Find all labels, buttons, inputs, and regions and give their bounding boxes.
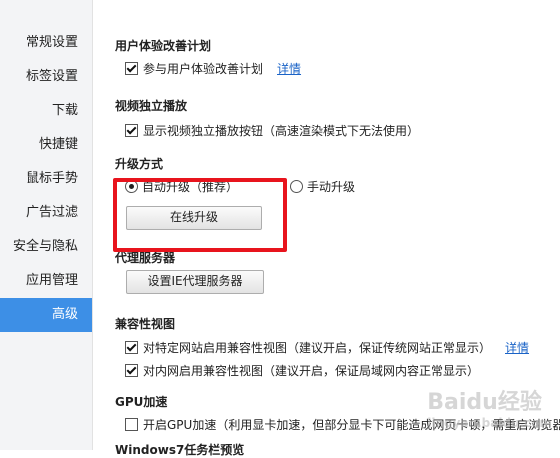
sidebar-item-mouse-gestures[interactable]: 鼠标手势 [0,162,92,196]
compat-details-link[interactable]: 详情 [505,339,529,356]
video-section-title: 视频独立播放 [115,99,188,113]
upgrade-manual-label[interactable]: 手动升级 [307,178,355,195]
ie-proxy-button[interactable]: 设置IE代理服务器 [126,270,264,294]
upgrade-auto-radio[interactable] [125,180,138,193]
ux-details-link[interactable]: 详情 [277,60,301,77]
video-checkbox[interactable] [125,124,138,137]
ux-checkbox-label[interactable]: 参与用户体验改善计划 [143,60,263,77]
proxy-section-title: 代理服务器 [115,251,176,265]
sidebar-item-app-management[interactable]: 应用管理 [0,264,92,298]
sidebar-item-download[interactable]: 下载 [0,94,92,128]
sidebar-item-general[interactable]: 常规设置 [0,26,92,60]
compat-intranet-label[interactable]: 对内网启用兼容性视图（建议开启，保证局域网内容正常显示） [143,362,479,379]
video-checkbox-label[interactable]: 显示视频独立播放按钮（高速渲染模式下无法使用） [143,122,419,139]
sidebar-item-ad-filter[interactable]: 广告过滤 [0,196,92,230]
watermark-text: Baidu经验 [427,390,542,415]
compat-intranet-checkbox[interactable] [125,364,138,377]
baidu-watermark: Baidu经验 jingyan.baidu.com [427,384,552,430]
upgrade-manual-radio[interactable] [290,180,304,193]
sidebar-item-security-privacy[interactable]: 安全与隐私 [0,230,92,264]
online-upgrade-button[interactable]: 在线升级 [126,206,262,230]
sidebar-item-shortcuts[interactable]: 快捷键 [0,128,92,162]
upgrade-section-title: 升级方式 [115,157,164,171]
ux-checkbox[interactable] [125,62,138,75]
settings-content: 用户体验改善计划 参与用户体验改善计划 详情 视频独立播放 显示视频独立播放按钮… [93,0,560,457]
upgrade-radio-row: 自动升级（推荐） 手动升级 [125,178,355,195]
compat-site-checkbox[interactable] [125,341,138,354]
watermark-sub: jingyan.baidu.com [427,416,552,430]
compat-section-title: 兼容性视图 [115,317,176,331]
gpu-section-title: GPU加速 [115,395,168,409]
ux-option-row: 参与用户体验改善计划 详情 [125,60,301,77]
sidebar-item-tabs[interactable]: 标签设置 [0,60,92,94]
sidebar-item-advanced[interactable]: 高级 [0,298,92,332]
compat-option1-row: 对特定网站启用兼容性视图（建议开启，保证传统网站正常显示） 详情 [125,339,529,356]
upgrade-auto-label[interactable]: 自动升级（推荐） [142,178,238,195]
compat-option2-row: 对内网启用兼容性视图（建议开启，保证局域网内容正常显示） [125,362,479,379]
settings-sidebar: 常规设置 标签设置 下载 快捷键 鼠标手势 广告过滤 安全与隐私 应用管理 高级 [0,0,93,450]
compat-site-label[interactable]: 对特定网站启用兼容性视图（建议开启，保证传统网站正常显示） [143,339,491,356]
ux-section-title: 用户体验改善计划 [115,39,212,53]
video-option-row: 显示视频独立播放按钮（高速渲染模式下无法使用） [125,122,419,139]
gpu-checkbox[interactable] [125,418,138,431]
